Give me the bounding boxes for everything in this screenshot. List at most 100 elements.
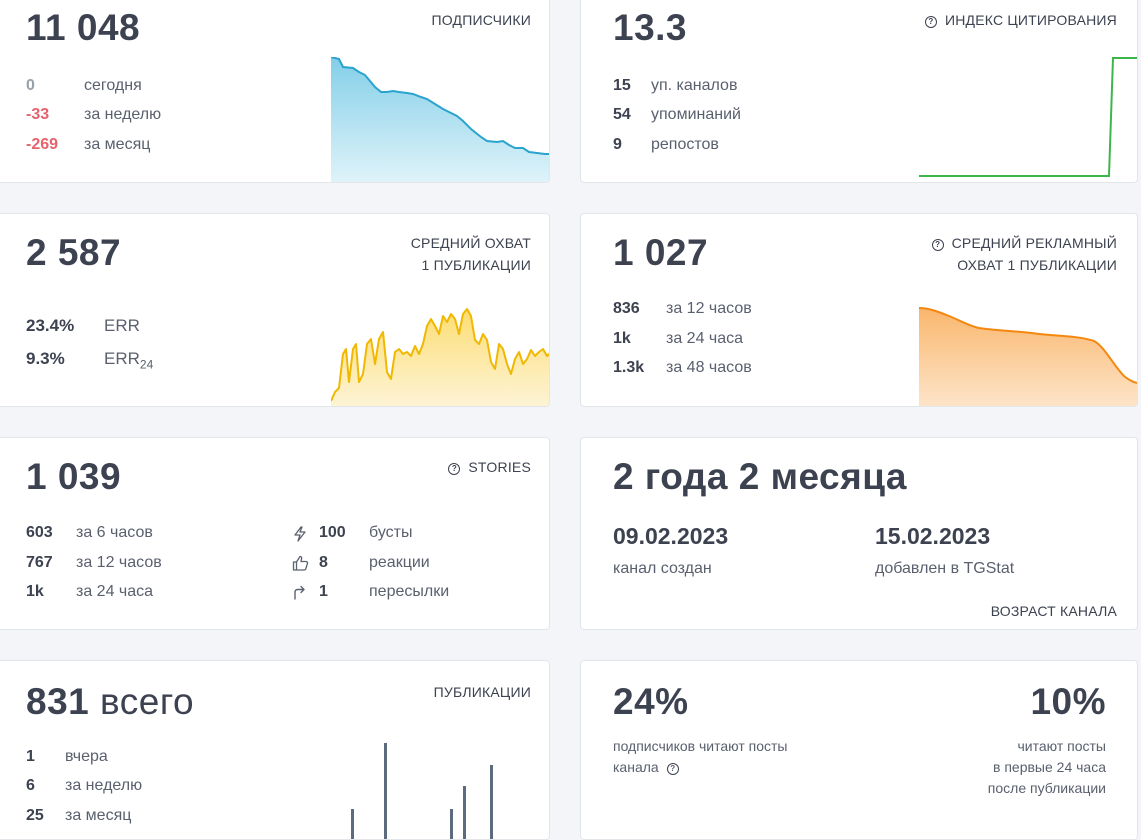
avg-reach-title: СРЕДНИЙ ОХВАТ 1 ПУБЛИКАЦИИ [411,232,531,276]
caption-line: канала? [613,757,787,778]
stat-label: уп. каналов [651,77,738,94]
subscribers-sparkline[interactable] [331,57,550,183]
help-icon[interactable]: ? [666,763,679,775]
stat-value: 6 [26,777,35,794]
avg-reach-card: 2 587 СРЕДНИЙ ОХВАТ 1 ПУБЛИКАЦИИ 23.4% E… [0,213,550,407]
citation-sparkline[interactable] [919,53,1138,183]
stat-label: упоминаний [651,106,741,123]
stat-label: пересылки [369,583,450,600]
subscribers-title: ПОДПИСЧИКИ [431,12,531,28]
help-icon[interactable]: ? [924,16,937,28]
title-line: 1 ПУБЛИКАЦИИ [421,257,531,273]
stat-label: за неделю [65,777,143,794]
chart-bar [351,809,354,839]
stories-card: 1 039 ? STORIES 603 за 6 часов 767 за 12 … [0,437,550,630]
err24-value: 9.3% [26,349,65,368]
title-line: ОХВАТ 1 ПУБЛИКАЦИИ [957,257,1117,273]
stat-label: за 12 часов [76,554,162,571]
err-label: ERR [104,316,140,335]
caption-line: в первые 24 часа [993,759,1106,775]
stat-label: вчера [65,748,108,765]
stat-label: за 12 часов [666,300,752,317]
stat-label: за месяц [84,136,151,153]
citation-title: ? ИНДЕКС ЦИТИРОВАНИЯ [924,9,1117,31]
stat-value: 836 [613,300,640,317]
stat-value: 1k [613,330,631,347]
stat-label: бусты [369,524,413,541]
caption-line: подписчиков читают посты [613,738,788,754]
stat-label: за 6 часов [76,524,153,541]
help-icon[interactable]: ? [931,239,944,251]
subscribers-card: 11 048 ПОДПИСЧИКИ 0 сегодня -33 за недел… [0,0,550,183]
stat-value: 15 [613,77,631,94]
readers-24h-caption: читают посты в первые 24 часа после публ… [988,736,1106,799]
forward-arrow-icon [294,585,305,600]
readers-card: 24% подписчиков читают посты канала? 10%… [580,660,1138,840]
created-date: 09.02.2023 [613,523,729,549]
publications-value: 831 всего [26,681,194,723]
stories-title: ? STORIES [448,456,531,478]
stat-label: сегодня [84,77,142,94]
err24-label-text: ERR [104,349,140,368]
publications-title: ПУБЛИКАЦИИ [433,684,531,700]
stat-value: 0 [26,77,35,94]
err-value: 23.4% [26,316,75,335]
ad-reach-sparkline[interactable] [919,306,1138,407]
citation-index: 13.3 [613,7,688,48]
ad-reach-title: ? СРЕДНИЙ РЕКЛАМНЫЙ ОХВАТ 1 ПУБЛИКАЦИИ [931,232,1117,276]
created-label: канал создан [613,560,712,577]
stat-label: за неделю [84,106,162,123]
lightning-icon [294,526,306,542]
publications-bar-chart[interactable] [331,721,550,840]
subscribers-count: 11 048 [26,7,141,48]
publications-card: 831 всего ПУБЛИКАЦИИ 1 вчера 6 за неделю… [0,660,550,840]
added-label: добавлен в TGStat [875,560,1015,577]
chart-bar [384,743,387,839]
thumbs-up-icon [292,555,309,571]
stories-value: 1 039 [26,456,122,497]
publications-suffix: всего [100,681,195,722]
stat-value: 9 [613,136,622,153]
stat-value: 25 [26,807,44,824]
caption-line: читают посты [1017,738,1107,754]
title-line: СРЕДНИЙ РЕКЛАМНЫЙ [951,235,1117,251]
channel-age-value: 2 года 2 месяца [613,456,907,497]
stat-label: за 24 часа [666,330,744,347]
readers-caption: подписчиков читают посты канала? [613,736,787,778]
avg-reach-sparkline[interactable] [331,304,550,407]
stat-label: реакции [369,554,430,571]
stat-value: -269 [26,136,59,153]
stat-value: 1k [26,583,44,600]
citation-title-text: ИНДЕКС ЦИТИРОВАНИЯ [944,12,1117,28]
stat-value: 603 [26,524,53,541]
chart-bar [450,809,453,839]
stat-label: за 24 часа [76,583,154,600]
ad-reach-card: 1 027 ? СРЕДНИЙ РЕКЛАМНЫЙ ОХВАТ 1 ПУБЛИКА… [580,213,1138,407]
stat-value: 1.3k [613,359,645,376]
chart-bar [490,765,493,839]
channel-age-title: ВОЗРАСТ КАНАЛА [990,603,1117,619]
err24-label: ERR24 [104,349,153,371]
avg-reach-value: 2 587 [26,232,122,273]
stat-value: 1 [26,748,35,765]
citation-card: 13.3 ? ИНДЕКС ЦИТИРОВАНИЯ 15 уп. каналов … [580,0,1138,183]
title-line: СРЕДНИЙ ОХВАТ [410,235,531,251]
err24-subscript: 24 [139,357,154,372]
stat-label: за месяц [65,807,132,824]
readers-percent: 24% [613,681,689,722]
publications-count: 831 [26,681,90,722]
chart-bar [463,786,466,839]
caption-line: после публикации [987,780,1106,796]
stat-value: -33 [26,106,50,123]
stories-title-text: STORIES [468,459,531,475]
ad-reach-value: 1 027 [613,232,709,273]
added-date: 15.02.2023 [875,523,991,549]
help-icon[interactable]: ? [448,463,461,475]
stat-label: за 48 часов [666,359,752,376]
stat-label: репостов [651,136,719,153]
channel-age-card: 2 года 2 месяца 09.02.2023 канал создан … [580,437,1138,630]
stat-value: 100 [319,524,346,541]
stat-value: 1 [319,583,328,600]
caption-text: канала [613,759,659,775]
stat-value: 54 [613,106,631,123]
